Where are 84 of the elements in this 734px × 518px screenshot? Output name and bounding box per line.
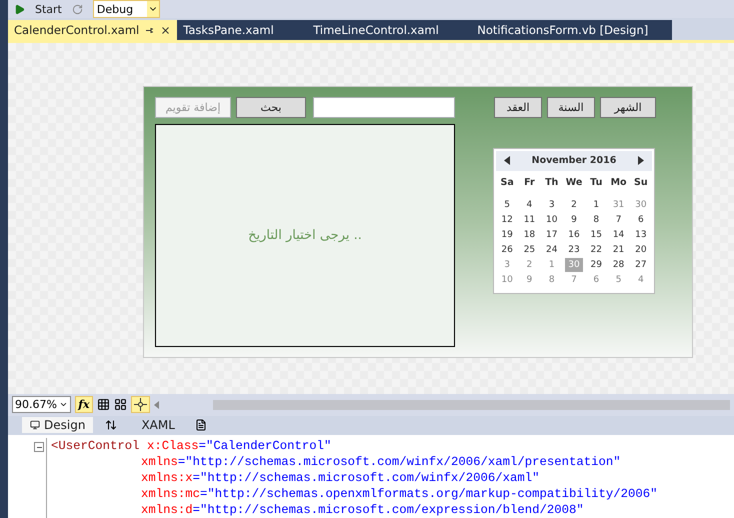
pin-icon[interactable] [145, 26, 154, 34]
calendar-day[interactable]: 8 [542, 272, 561, 287]
calendar-day[interactable]: 9 [564, 212, 583, 227]
horizontal-scrollbar[interactable] [212, 400, 730, 410]
calendar-day[interactable]: 7 [564, 272, 583, 287]
code-line: <UserControl x:Class="CalenderControl" [51, 438, 332, 454]
zoom-dropdown[interactable]: 90.67% [12, 396, 71, 414]
weekday-label: Sa [500, 176, 514, 188]
code-line: xmlns="http://schemas.microsoft.com/winfx/2006/xaml/presentation" [140, 454, 622, 470]
calendar-day[interactable]: 5 [498, 198, 516, 212]
calendar-day[interactable]: 9 [520, 272, 538, 287]
configuration-dropdown[interactable]: Debug [92, 0, 160, 18]
calendar-day[interactable]: 3 [498, 258, 516, 272]
form-button[interactable]: السنة [547, 96, 595, 118]
start-button[interactable]: Start [35, 2, 62, 16]
code-line: xmlns:d="http://schemas.microsoft.com/expression/blend/2008" [140, 502, 585, 518]
calendar-day[interactable]: 15 [587, 228, 606, 242]
grid-icon[interactable] [96, 398, 110, 412]
calendar-day[interactable]: 28 [610, 258, 628, 272]
search-field[interactable] [313, 96, 455, 118]
calendar-day[interactable]: 16 [564, 228, 583, 242]
calendar-day[interactable]: 30 [632, 198, 650, 212]
calendar-day[interactable]: 24 [542, 242, 561, 257]
calendar-day[interactable]: 25 [520, 242, 538, 257]
form-button[interactable]: العقد [494, 96, 542, 118]
weekday-label: Tu [590, 176, 602, 188]
next-icon[interactable] [638, 156, 644, 166]
calendar-day[interactable]: 20 [632, 242, 650, 257]
calendar-day[interactable]: 27 [632, 258, 650, 272]
document-tab[interactable]: TimeLineControl.xaml [307, 20, 472, 40]
document-tab[interactable]: CalenderControl.xaml [8, 20, 178, 40]
calendar-day[interactable]: 5 [610, 272, 628, 287]
monitor-icon [30, 420, 40, 430]
calendar-day[interactable]: 29 [587, 258, 606, 272]
code-line: xmlns:x="http://schemas.microsoft.com/winfx/2006/xaml" [140, 470, 540, 486]
calendar-day[interactable]: 23 [564, 242, 583, 257]
weekday-label: Su [634, 176, 648, 188]
play-icon[interactable] [14, 4, 25, 14]
calendar-day[interactable]: 19 [498, 228, 516, 242]
snap-button[interactable] [130, 396, 150, 414]
calendar-day[interactable]: 1 [587, 198, 606, 212]
calendar-day[interactable]: 1 [542, 258, 561, 272]
calendar-day[interactable]: 18 [520, 228, 538, 242]
effects-button[interactable]: fx [74, 396, 93, 414]
calendar-day[interactable]: 17 [542, 228, 561, 242]
previous-icon[interactable] [504, 156, 510, 166]
close-icon[interactable] [160, 24, 172, 36]
calendar-day[interactable]: 2 [564, 198, 583, 212]
weekday-label: Mo [610, 176, 627, 188]
calendar-day[interactable]: 11 [520, 212, 538, 227]
collapse-icon[interactable] [34, 442, 44, 452]
calendar-day[interactable]: 2 [520, 258, 538, 272]
layout-icon[interactable] [114, 398, 127, 412]
weekday-label: Th [545, 176, 558, 188]
calendar-day[interactable]: 4 [520, 198, 538, 212]
form-button[interactable]: بحث [236, 96, 306, 118]
scroll-left-icon[interactable] [154, 400, 159, 409]
swap-panes-icon[interactable] [105, 419, 118, 432]
form-button[interactable]: الشهر [600, 96, 656, 118]
calendar-day[interactable]: 14 [610, 228, 628, 242]
code-line: xmlns:mc="http://schemas.openxmlformats.org/markup-compatibility/2006" [140, 486, 658, 502]
calendar-day[interactable]: 7 [610, 212, 628, 227]
message-text: يرجى اختيار التاريخ .. [248, 228, 362, 243]
document-icon[interactable] [194, 419, 207, 432]
view-tab[interactable]: XAML [129, 417, 183, 434]
weekday-label: We [566, 176, 582, 188]
calendar-day[interactable]: 10 [498, 272, 516, 287]
calendar-day[interactable]: 10 [542, 212, 561, 227]
calendar-day[interactable]: 13 [632, 228, 650, 242]
weekday-label: Fr [524, 176, 535, 188]
view-tab[interactable]: Design [22, 417, 94, 434]
calendar-day[interactable]: 6 [632, 212, 650, 227]
calendar-day[interactable]: 6 [587, 272, 606, 287]
calendar-day[interactable]: 12 [498, 212, 516, 227]
calendar-day[interactable]: 31 [610, 198, 628, 212]
calendar-day[interactable]: 3 [542, 198, 561, 212]
calendar-day[interactable]: 8 [587, 212, 606, 227]
calendar-day[interactable]: 4 [632, 272, 650, 287]
document-tab[interactable]: TasksPane.xaml [177, 20, 308, 40]
refresh-icon[interactable] [72, 4, 83, 14]
document-tab[interactable]: NotificationsForm.vb [Design] [471, 20, 654, 40]
calendar-day[interactable]: 22 [587, 242, 606, 257]
calendar-day[interactable]: 26 [498, 242, 516, 257]
calendar-day[interactable]: 21 [610, 242, 628, 257]
